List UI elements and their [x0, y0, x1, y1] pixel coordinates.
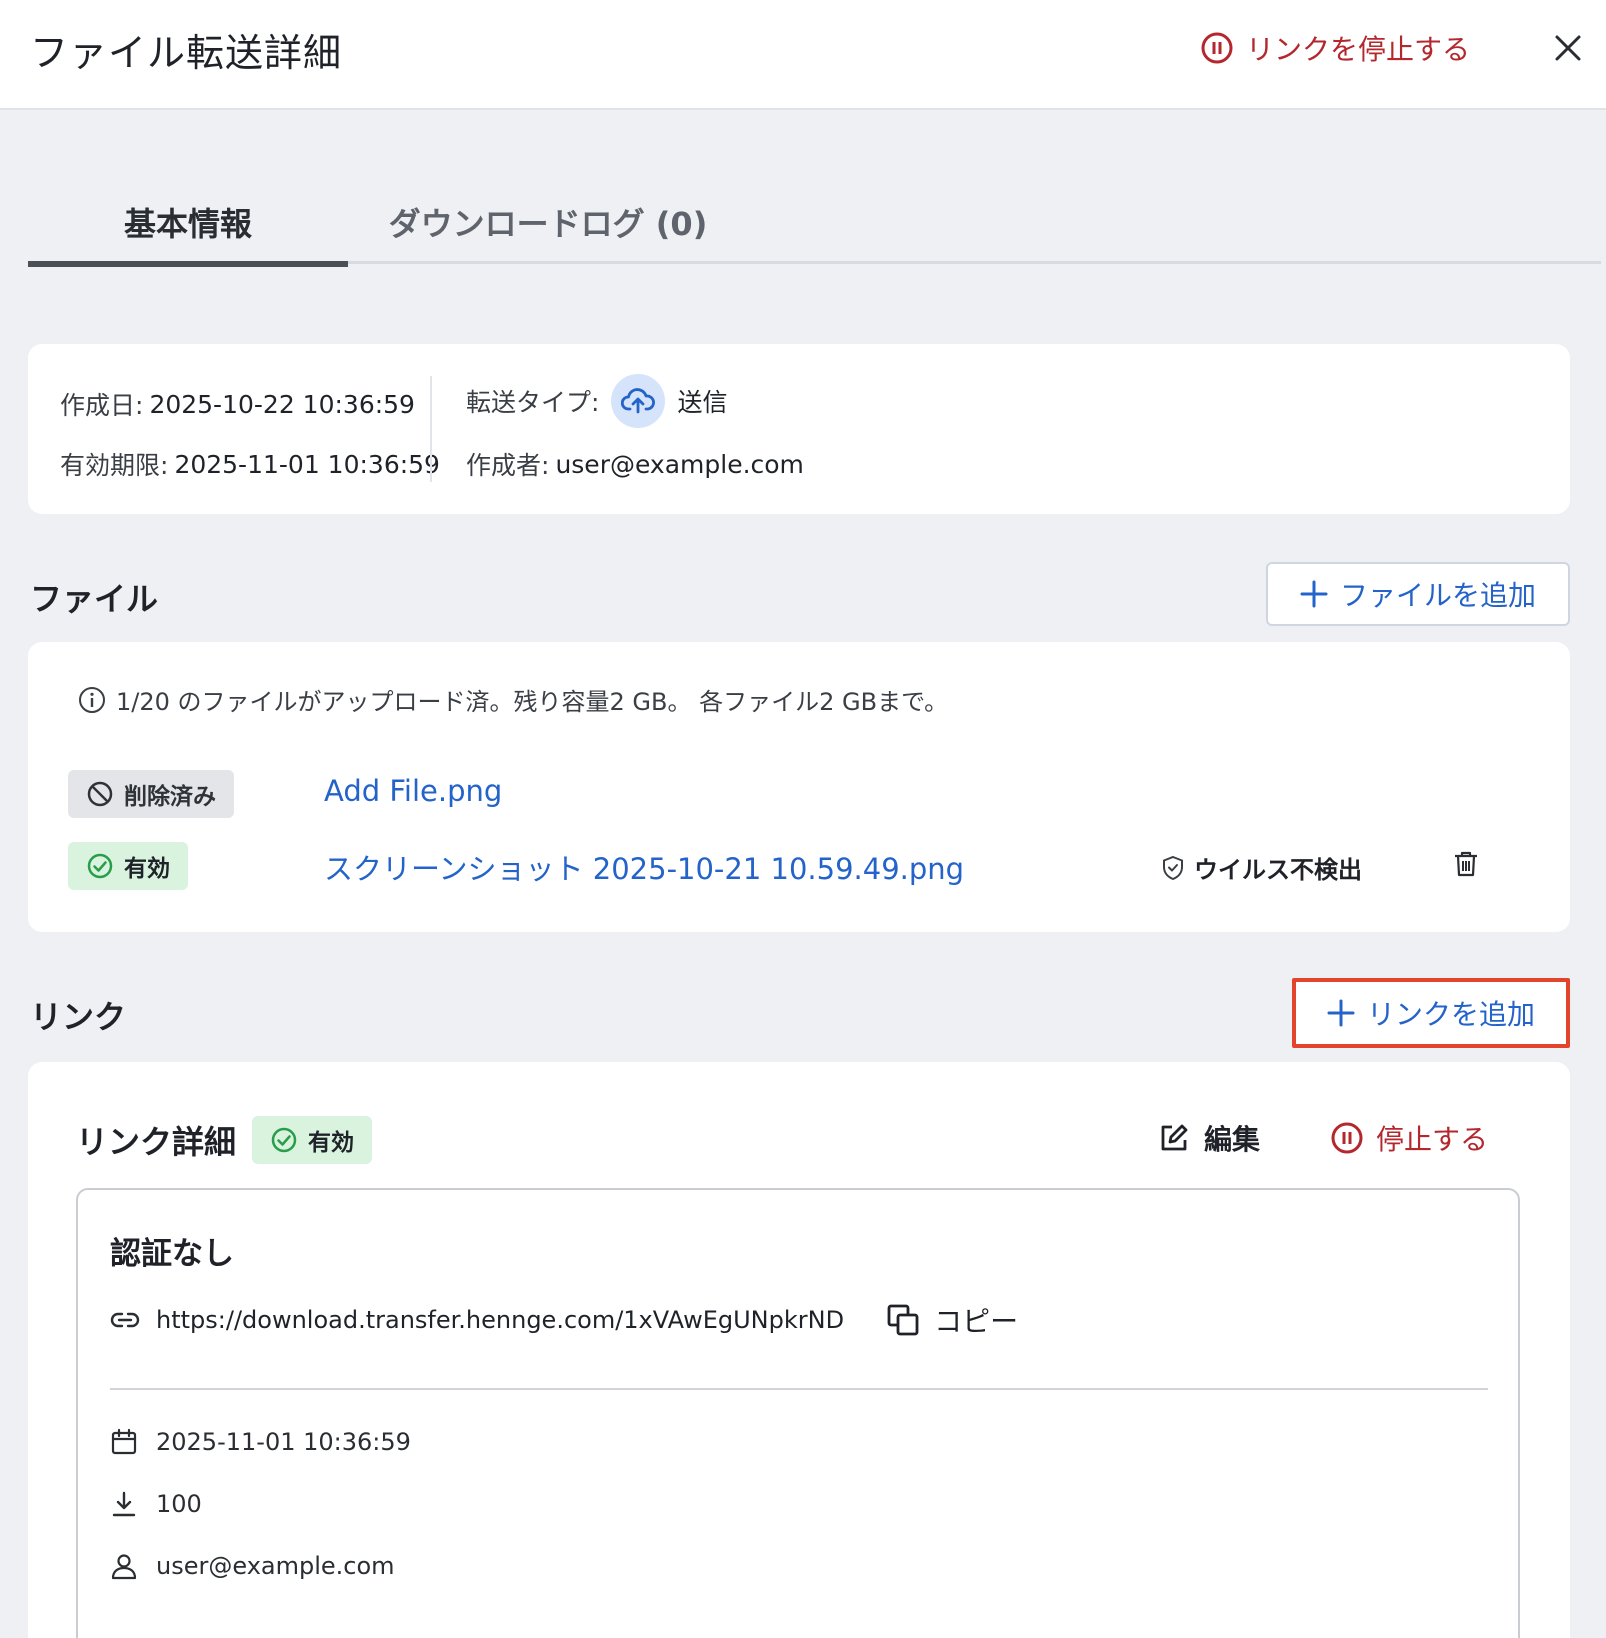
stop-button[interactable]: 停止する — [1330, 1118, 1488, 1158]
pause-circle-icon — [1200, 31, 1234, 65]
edit-icon — [1158, 1122, 1190, 1154]
file-link-add-file[interactable]: Add File.png — [324, 774, 502, 808]
plus-icon — [1327, 999, 1355, 1027]
info-icon — [78, 686, 106, 714]
link-info-divider — [110, 1388, 1488, 1390]
copy-icon — [886, 1303, 920, 1337]
expires-label: 有効期限: — [60, 451, 169, 480]
link-owner-value: user@example.com — [156, 1552, 395, 1580]
link-detail-header: リンク詳細 有効 — [76, 1116, 373, 1164]
cloud-upload-icon — [611, 374, 666, 428]
files-section-title: ファイル — [30, 580, 159, 618]
files-card: 1/20 のファイルがアップロード済。残り容量2 GB。 各ファイル2 GBまで… — [28, 642, 1570, 932]
tab-basic-info[interactable]: 基本情報 — [28, 180, 348, 267]
transfer-type-value: 送信 — [677, 388, 728, 417]
calendar-icon — [110, 1428, 138, 1456]
download-limit-row: 100 — [110, 1490, 202, 1518]
files-quota-text: 1/20 のファイルがアップロード済。残り容量2 GB。 各ファイル2 GBまで… — [116, 688, 949, 716]
stop-link-button[interactable]: リンクを停止する — [1200, 28, 1470, 68]
add-file-label: ファイルを追加 — [1339, 579, 1536, 612]
creator-label: 作成者: — [466, 451, 550, 480]
creator-row: 作成者: user@example.com — [466, 446, 804, 482]
status-badge-deleted: 削除済み — [68, 770, 234, 818]
link-url[interactable]: https://download.transfer.hennge.com/1xV… — [156, 1306, 844, 1334]
creator-value: user@example.com — [555, 449, 804, 479]
created-date-row: 作成日: 2025-10-22 10:36:59 — [60, 386, 415, 422]
status-badge-label: 有効 — [124, 856, 170, 882]
pause-circle-icon — [1330, 1121, 1364, 1155]
tab-bar: 基本情報 ダウンロードログ (0) — [28, 180, 1601, 267]
prohibited-icon — [86, 780, 114, 808]
link-info-box: 認証なし https://download.transfer.hennge.co… — [76, 1188, 1520, 1638]
close-icon — [1554, 34, 1582, 62]
created-value: 2025-10-22 10:36:59 — [149, 389, 415, 419]
add-link-label: リンクを追加 — [1366, 998, 1535, 1031]
info-divider — [430, 376, 432, 482]
trash-icon — [1453, 850, 1479, 878]
transfer-type-label: 転送タイプ: — [466, 388, 600, 417]
download-limit-value: 100 — [156, 1490, 202, 1518]
download-icon — [110, 1490, 138, 1518]
link-status-label: 有効 — [308, 1130, 355, 1156]
tab-download-log[interactable]: ダウンロードログ (0) — [348, 180, 748, 264]
links-section-title: リンク — [30, 998, 127, 1036]
copy-link-button[interactable]: コピー — [886, 1300, 1018, 1340]
stop-link-label: リンクを停止する — [1246, 33, 1471, 66]
link-owner-row: user@example.com — [110, 1552, 395, 1580]
add-link-button[interactable]: リンクを追加 — [1292, 978, 1570, 1048]
link-detail-card: リンク詳細 有効 編集 停止する 認証なし https://download.t… — [28, 1062, 1570, 1638]
files-quota-note: 1/20 のファイルがアップロード済。残り容量2 GB。 各ファイル2 GBまで… — [78, 682, 948, 717]
status-badge-valid: 有効 — [68, 842, 188, 890]
copy-label: コピー — [934, 1305, 1019, 1338]
transfer-type-row: 転送タイプ: 送信 — [466, 374, 727, 428]
link-expiry-value: 2025-11-01 10:36:59 — [156, 1428, 411, 1456]
link-expiry-row: 2025-11-01 10:36:59 — [110, 1428, 411, 1456]
edit-label: 編集 — [1204, 1123, 1261, 1156]
user-icon — [110, 1552, 138, 1580]
link-detail-title: リンク詳細 — [76, 1123, 237, 1161]
close-button[interactable] — [1548, 28, 1588, 68]
edit-link-button[interactable]: 編集 — [1158, 1118, 1260, 1158]
virus-scan-status: ウイルス不検出 — [1162, 850, 1362, 885]
check-circle-icon — [270, 1126, 298, 1154]
expires-value: 2025-11-01 10:36:59 — [174, 449, 440, 479]
plus-icon — [1300, 580, 1328, 608]
check-circle-icon — [86, 852, 114, 880]
expires-row: 有効期限: 2025-11-01 10:36:59 — [60, 446, 440, 482]
dialog-title: ファイル転送詳細 — [30, 31, 343, 75]
created-label: 作成日: — [60, 391, 144, 420]
auth-type-title: 認証なし — [110, 1236, 234, 1272]
file-link-screenshot[interactable]: スクリーンショット 2025-10-21 10.59.49.png — [324, 846, 964, 888]
add-file-button[interactable]: ファイルを追加 — [1266, 562, 1570, 626]
link-url-row: https://download.transfer.hennge.com/1xV… — [110, 1300, 1018, 1340]
virus-scan-label: ウイルス不検出 — [1194, 856, 1362, 884]
link-icon — [110, 1310, 140, 1330]
basic-info-card: 作成日: 2025-10-22 10:36:59 有効期限: 2025-11-0… — [28, 344, 1570, 514]
dialog-header: ファイル転送詳細 リンクを停止する — [0, 0, 1606, 110]
link-status-badge: 有効 — [252, 1116, 373, 1164]
status-badge-label: 削除済み — [124, 784, 216, 810]
stop-label: 停止する — [1376, 1123, 1489, 1156]
shield-check-icon — [1162, 855, 1184, 881]
delete-file-button[interactable] — [1446, 844, 1486, 884]
